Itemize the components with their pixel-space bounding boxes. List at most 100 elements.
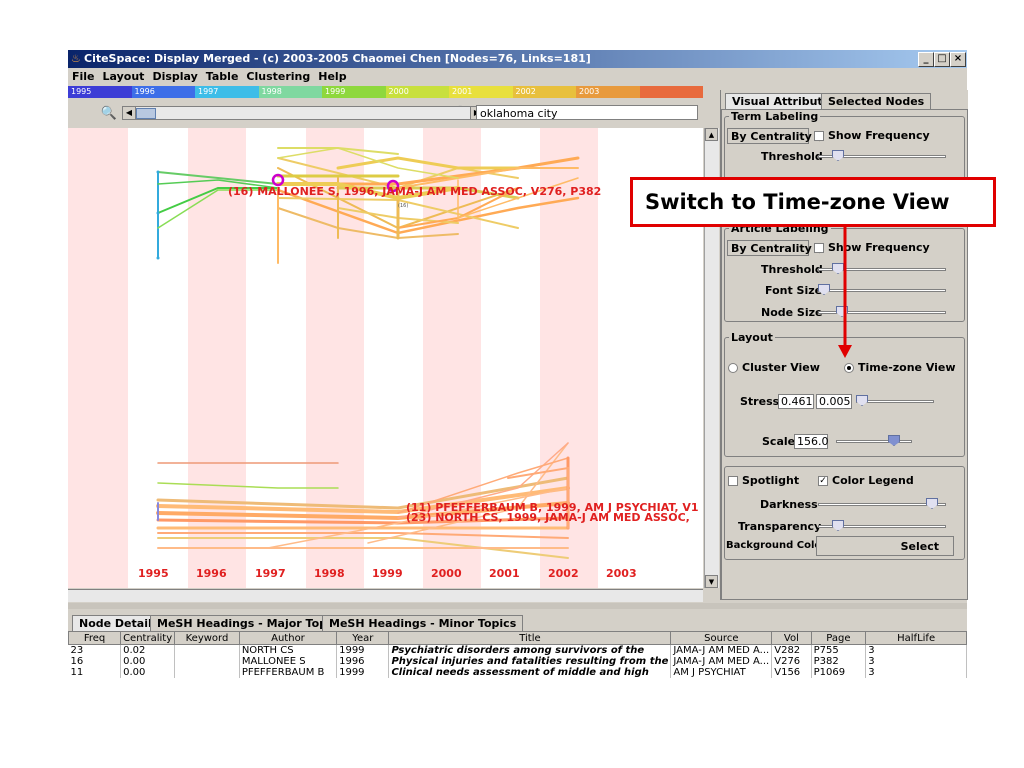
table-row[interactable]: 11 0.00 PFEFFERBAUM B 1999 Clinical needs as… [68, 667, 967, 678]
menu-file[interactable]: File [68, 69, 99, 84]
transparency-slider[interactable] [818, 520, 946, 531]
table-row[interactable]: 23 0.02 NORTH CS 1999 Psychiatric disorders … [68, 644, 967, 656]
network-graph: (16) (16) MALLONEE S, 1996, JAMA-J AM ME… [68, 128, 699, 588]
stress-value-b-input[interactable]: 0.005 [816, 394, 852, 409]
window-title: CiteSpace: Display Merged - (c) 2003-200… [84, 52, 591, 65]
stress-label: Stress [740, 395, 780, 408]
term-show-frequency-label: Show Frequency [828, 129, 930, 142]
scale-slider[interactable] [836, 435, 912, 446]
tab-selected-nodes[interactable]: Selected Nodes [821, 93, 932, 110]
table-cell: P1069 [811, 667, 867, 678]
term-threshold-slider[interactable] [818, 150, 946, 161]
scroll-up-icon[interactable]: ▲ [705, 128, 718, 141]
timeline-year-1997: 1997 [255, 567, 286, 580]
node-label-mallonee[interactable]: (16) MALLONEE S, 1996, JAMA-J AM MED ASS… [228, 185, 601, 198]
menu-display[interactable]: Display [148, 69, 201, 84]
table-cell: 23 [68, 644, 122, 656]
table-cell: V282 [771, 644, 812, 656]
table-cell: 16 [68, 656, 122, 667]
table-cell: Clinical needs assessment of middle and … [388, 667, 672, 678]
column-header[interactable]: Freq [67, 631, 122, 645]
table-cell: 0.00 [120, 667, 176, 678]
timeline-year-1995: 1995 [138, 567, 169, 580]
darkness-label: Darkness [760, 498, 818, 511]
table-cell: P755 [811, 644, 867, 656]
color-legend-label: Color Legend [832, 474, 914, 487]
spotlight-label: Spotlight [742, 474, 800, 487]
table-cell: 1999 [336, 667, 390, 678]
column-header[interactable]: Centrality [120, 631, 176, 645]
spotlight-checkbox[interactable] [728, 476, 738, 486]
table-cell [174, 656, 240, 667]
menu-bar: File Layout Display Table Clustering Help [68, 69, 967, 85]
table-cell: 0.00 [120, 656, 176, 667]
zoom-scrollbar[interactable]: ◀ ▶ [122, 106, 484, 120]
darkness-slider[interactable] [818, 498, 946, 509]
background-color-select-button[interactable]: Select [816, 536, 954, 556]
stress-value-a-input[interactable]: 0.461 [778, 394, 814, 409]
column-header[interactable]: Title [388, 631, 672, 645]
menu-layout[interactable]: Layout [99, 69, 149, 84]
column-header[interactable]: Author [238, 631, 338, 645]
scale-label: Scale [762, 435, 796, 448]
tab-mesh-major[interactable]: MeSH Headings - Major Topics [150, 615, 351, 631]
canvas-horizontal-scrollbar[interactable] [68, 589, 703, 602]
scroll-left-icon[interactable]: ◀ [123, 107, 136, 119]
search-input[interactable]: oklahoma city [476, 105, 698, 120]
menu-clustering[interactable]: Clustering [242, 69, 314, 84]
scale-value-input[interactable]: 156.0 [794, 434, 829, 449]
stress-knob[interactable] [856, 395, 868, 406]
timeline-year-1996: 1996 [196, 567, 227, 580]
article-labeling-combo[interactable]: By Centrality ▼ [727, 240, 824, 256]
network-canvas[interactable]: (16) (16) MALLONEE S, 1996, JAMA-J AM ME… [68, 128, 703, 588]
close-button[interactable]: × [950, 52, 966, 67]
term-labeling-combo[interactable]: By Centrality ▼ [727, 128, 824, 144]
node-details-table: Freq Centrality Keyword Author Year Title Sour… [67, 631, 967, 678]
column-header[interactable]: HalfLife [865, 631, 967, 645]
minimize-button[interactable]: _ [918, 52, 934, 67]
title-bar: ♨ CiteSpace: Display Merged - (c) 2003-2… [68, 50, 967, 68]
node-label-north[interactable]: (23) NORTH CS, 1999, JAMA-J AM MED ASSOC… [406, 511, 690, 524]
year-strip-segment [639, 86, 703, 98]
node-details-table-container: Freq Centrality Keyword Author Year Title Sour… [67, 631, 967, 705]
column-header[interactable]: Keyword [174, 631, 240, 645]
year-strip-segment: 2001 [449, 86, 513, 98]
transparency-knob[interactable] [832, 520, 844, 531]
tab-mesh-minor[interactable]: MeSH Headings - Minor Topics [322, 615, 524, 631]
menu-table[interactable]: Table [202, 69, 243, 84]
timeline-year-2002: 2002 [548, 567, 579, 580]
column-header[interactable]: Year [336, 631, 390, 645]
term-threshold-knob[interactable] [832, 150, 844, 161]
panel-splitter[interactable] [68, 603, 967, 609]
table-cell: AM J PSYCHIAT [670, 667, 773, 678]
column-header[interactable]: Vol [771, 631, 812, 645]
table-cell: NORTH CS [239, 644, 338, 656]
column-header[interactable]: Source [670, 631, 773, 645]
zoom-out-icon[interactable]: 🔍 [100, 105, 118, 123]
table-cell: MALLONEE S [239, 656, 338, 667]
maximize-button[interactable]: □ [934, 52, 950, 67]
year-strip-segment: 1998 [258, 86, 322, 98]
cluster-view-label: Cluster View [742, 361, 820, 374]
time-zone-view-radio[interactable] [844, 363, 854, 373]
table-row[interactable]: 16 0.00 MALLONEE S 1996 Physical injuries an… [68, 656, 967, 667]
cluster-view-radio[interactable] [728, 363, 738, 373]
node-size-label: Node Size [761, 306, 823, 319]
table-cell: 3 [865, 644, 967, 656]
term-show-frequency-checkbox[interactable] [814, 131, 824, 141]
article-show-frequency-checkbox[interactable] [814, 243, 824, 253]
table-cell: 11 [68, 667, 122, 678]
scale-knob[interactable] [888, 435, 900, 446]
table-cell: 1999 [336, 644, 390, 656]
menu-help[interactable]: Help [314, 69, 350, 84]
scroll-down-icon[interactable]: ▼ [705, 575, 718, 588]
font-size-knob[interactable] [818, 284, 830, 295]
zoom-scroll-thumb[interactable] [136, 108, 156, 119]
bottom-tab-bar: Node Details MeSH Headings - Major Topic… [68, 613, 967, 631]
table-cell: Physical injuries and fatalities resulti… [388, 656, 672, 667]
column-header[interactable]: Page [810, 631, 867, 645]
stress-slider[interactable] [856, 395, 934, 406]
article-threshold-label: Threshold [761, 263, 823, 276]
color-legend-checkbox[interactable]: ✓ [818, 476, 828, 486]
darkness-knob[interactable] [926, 498, 938, 509]
